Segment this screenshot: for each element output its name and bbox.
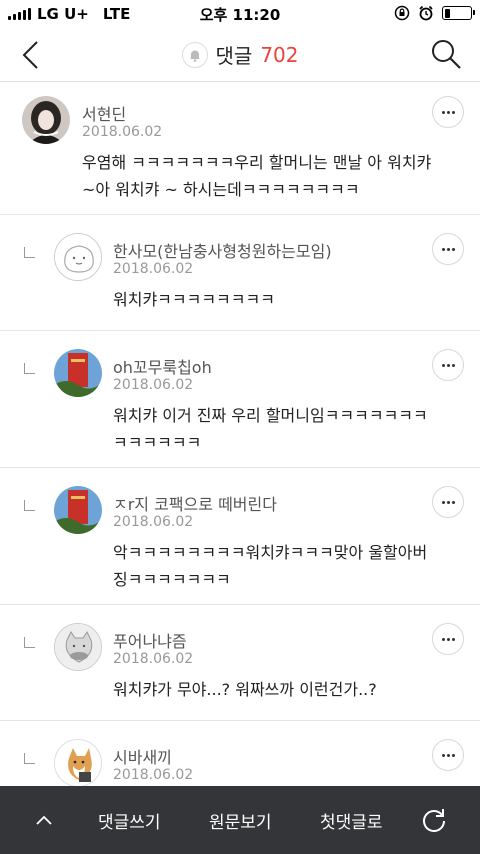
first-comment-button[interactable]: 첫댓글로 xyxy=(320,808,383,833)
search-icon[interactable] xyxy=(430,38,462,70)
comment-text: 우염해 ㅋㅋㅋㅋㅋㅋㅋ우리 할머니는 맨날 아 워치캬 ~아 워치캬 ~ 하시는… xyxy=(82,153,432,199)
avatar[interactable] xyxy=(54,233,102,281)
page-title: 댓글 702 xyxy=(0,40,480,69)
reply-corner-icon xyxy=(24,637,35,648)
comment-author[interactable]: 한사모(한남충사형청원하는모임) xyxy=(113,238,332,262)
more-dots-icon[interactable] xyxy=(432,349,464,381)
comment-author[interactable]: 서현딘 xyxy=(82,101,126,125)
reply-item: ㅈr지 코팩으로 떼버린다 2018.06.02 악ㅋㅋㅋㅋㅋㅋㅋㅋ워치캬ㅋㅋㅋ… xyxy=(0,468,480,605)
comment-date: 2018.06.02 xyxy=(113,377,194,393)
reply-item: oh꼬무룩칩oh 2018.06.02 워치캬 이거 진짜 우리 할머니임ㅋㅋㅋ… xyxy=(0,331,480,468)
header: 댓글 702 xyxy=(0,28,480,82)
chevron-up-icon[interactable] xyxy=(32,808,56,832)
reply-corner-icon xyxy=(24,247,35,258)
comment-author[interactable]: 푸어나냐즘 xyxy=(113,628,187,652)
status-bar: LG U+ LTE 오후 11:20 xyxy=(0,0,480,28)
comment-date: 2018.06.02 xyxy=(113,514,194,530)
comment-date: 2018.06.02 xyxy=(113,767,194,783)
write-comment-button[interactable]: 댓글쓰기 xyxy=(98,808,161,833)
reply-corner-icon xyxy=(24,753,35,764)
comment-author[interactable]: ㅈr지 코팩으로 떼버린다 xyxy=(113,491,277,515)
comment-text: 악ㅋㅋㅋㅋㅋㅋㅋㅋ워치캬ㅋㅋㅋ맞아 울할아버 징ㅋㅋㅋㅋㅋㅋㅋ xyxy=(113,543,428,589)
comment-date: 2018.06.02 xyxy=(113,651,194,667)
more-dots-icon[interactable] xyxy=(432,486,464,518)
more-dots-icon[interactable] xyxy=(432,233,464,265)
refresh-icon[interactable] xyxy=(420,806,448,834)
reply-item: 시바새끼 2018.06.02 xyxy=(0,721,480,786)
view-original-button[interactable]: 원문보기 xyxy=(209,808,272,833)
title-label: 댓글 xyxy=(215,44,253,68)
avatar[interactable] xyxy=(54,623,102,671)
comment-count: 702 xyxy=(260,42,299,67)
avatar[interactable] xyxy=(54,486,102,534)
reply-corner-icon xyxy=(24,500,35,511)
bottom-toolbar: 댓글쓰기 원문보기 첫댓글로 xyxy=(0,786,480,854)
comment-date: 2018.06.02 xyxy=(113,261,194,277)
comment-text: 워치캬 이거 진짜 우리 할머니임ㅋㅋㅋㅋㅋㅋㅋ ㅋㅋㅋㅋㅋㅋ xyxy=(113,406,428,452)
reply-item: 한사모(한남충사형청원하는모임) 2018.06.02 워치캬ㅋㅋㅋㅋㅋㅋㅋㅋ xyxy=(0,215,480,331)
comment-text: 워치캬가 무야...? 워짜쓰까 이런건가..? xyxy=(113,680,377,699)
comment-list: 서현딘 2018.06.02 우염해 ㅋㅋㅋㅋㅋㅋㅋ우리 할머니는 맨날 아 워… xyxy=(0,82,480,786)
avatar[interactable] xyxy=(54,739,102,786)
reply-corner-icon xyxy=(24,363,35,374)
more-dots-icon[interactable] xyxy=(432,623,464,655)
comment-text: 워치캬ㅋㅋㅋㅋㅋㅋㅋㅋ xyxy=(113,290,275,309)
more-dots-icon[interactable] xyxy=(432,96,464,128)
alarm-icon xyxy=(419,5,433,21)
rotation-lock-icon xyxy=(394,5,410,21)
reply-item: 푸어나냐즘 2018.06.02 워치캬가 무야...? 워짜쓰까 이런건가..… xyxy=(0,605,480,721)
battery-icon xyxy=(442,6,475,20)
avatar[interactable] xyxy=(22,96,70,144)
avatar[interactable] xyxy=(54,349,102,397)
bell-icon[interactable] xyxy=(181,41,208,68)
comment-author[interactable]: 시바새끼 xyxy=(113,744,172,768)
comment-author[interactable]: oh꼬무룩칩oh xyxy=(113,354,212,378)
comment-date: 2018.06.02 xyxy=(82,124,163,140)
more-dots-icon[interactable] xyxy=(432,739,464,771)
comment-item: 서현딘 2018.06.02 우염해 ㅋㅋㅋㅋㅋㅋㅋ우리 할머니는 맨날 아 워… xyxy=(0,82,480,215)
